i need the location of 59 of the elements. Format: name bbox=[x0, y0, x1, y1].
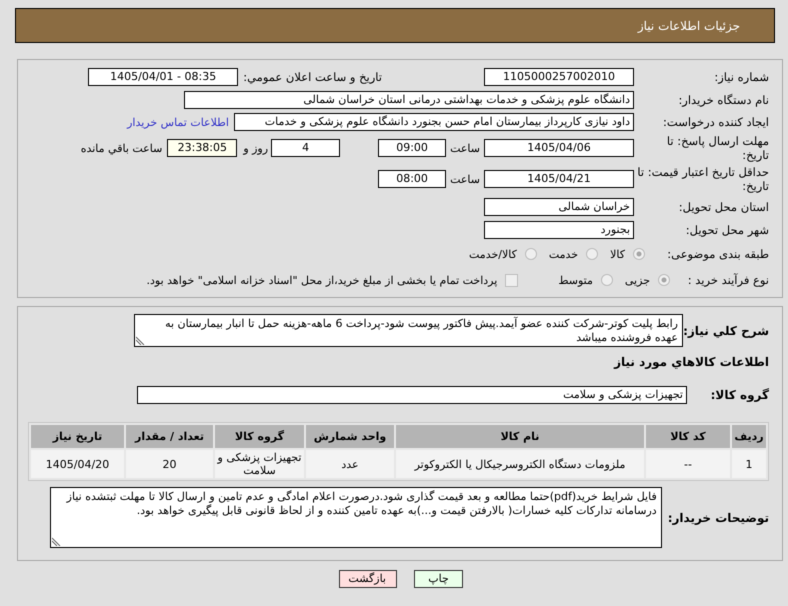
column-header: ردیف bbox=[732, 425, 766, 448]
field-label: استان محل تحویل: bbox=[678, 200, 769, 214]
checkbox-label: پرداخت تمام یا بخشی از مبلغ خرید،از محل "اسناد خزانه اسلامی" خواهد بود. bbox=[146, 274, 498, 286]
field-label: نوع فرآیند خرید : bbox=[686, 273, 769, 287]
time-label: ساعت bbox=[450, 142, 480, 154]
radio-label: جزیی bbox=[624, 274, 650, 286]
table-cell: 1405/04/20 bbox=[31, 450, 124, 478]
field-label: نام دستگاه خریدار: bbox=[677, 92, 769, 106]
days-left-field[interactable]: 4 bbox=[271, 139, 340, 157]
column-header: نام کالا bbox=[396, 425, 644, 448]
radio-label: کالا/خدمت bbox=[469, 248, 517, 260]
buyer-notes-textarea[interactable]: فایل شرایط خرید(pdf)حتما مطالعه و بعد قیمت گذاری شود.درصورت اعلام امادگی و عدم تامین و ارسال کالا تا مهلت ثبتشده نیاز درسامانه تدارکات کلیه خسارات( بالارفتن قیمت و...)به عهده تامین کننده و از لحاظ قانونی قابل پیگیری خواهد بود. bbox=[50, 487, 662, 548]
field-label: حداقل تاریخ اعتبار قیمت: تا تاریخ: bbox=[636, 165, 769, 193]
validity-time-field[interactable]: 08:00 bbox=[378, 170, 446, 188]
page-title: جزئیات اطلاعات نیاز bbox=[638, 18, 740, 32]
time-left-label: ساعت باقي مانده bbox=[80, 142, 162, 154]
radio-label: خدمت bbox=[548, 248, 578, 260]
field-label: مهلت ارسال پاسخ: تا تاریخ: bbox=[666, 134, 769, 162]
delivery-province-field[interactable]: خراسان شمالی bbox=[484, 198, 634, 216]
field-label: شماره نیاز: bbox=[713, 70, 769, 84]
requester-field[interactable]: داود نیازی کارپرداز بیمارستان امام حسن بجنورد دانشگاه علوم پزشکی و خدمات bbox=[234, 113, 634, 131]
announcement-date-field[interactable]: 1405/04/01 - 08:35 bbox=[88, 68, 238, 86]
field-label: شهر محل تحویل: bbox=[684, 223, 769, 237]
days-label: روز و bbox=[243, 142, 268, 154]
field-label: گروه کالا: bbox=[710, 388, 769, 402]
table-cell: تجهیزات پزشکی و سلامت bbox=[215, 450, 304, 478]
need-number-field[interactable]: 1105000257002010 bbox=[484, 68, 634, 86]
buyer-organization-field[interactable]: دانشگاه علوم پزشکی و خدمات بهداشتی درمانی استان خراسان شمالی bbox=[184, 90, 634, 108]
goods-group-field[interactable]: تجهیزات پزشکی و سلامت bbox=[137, 386, 687, 404]
deadline-time-field[interactable]: 09:00 bbox=[378, 139, 446, 157]
table-cell: 1 bbox=[732, 450, 766, 478]
section-title: اطلاعات کالاهاي مورد نياز bbox=[614, 355, 769, 369]
delivery-city-field[interactable]: بجنورد bbox=[484, 221, 634, 239]
buyer-contact-link[interactable]: اطلاعات تماس خریدار bbox=[127, 116, 229, 128]
deadline-date-field[interactable]: 1405/04/06 bbox=[484, 139, 634, 157]
field-label: ایجاد کننده درخواست: bbox=[662, 115, 769, 129]
column-header: واحد شمارش bbox=[306, 425, 394, 448]
column-header: تاریخ نیاز bbox=[31, 425, 124, 448]
table-cell: 20 bbox=[126, 450, 213, 478]
back-button[interactable]: بازگشت bbox=[339, 570, 397, 588]
resize-grip-icon[interactable] bbox=[136, 336, 145, 345]
column-header: تعداد / مقدار bbox=[126, 425, 213, 448]
radio-label: کالا bbox=[610, 248, 625, 260]
resize-grip-icon[interactable] bbox=[52, 537, 61, 546]
field-label: طبقه بندی موضوعی: bbox=[666, 247, 769, 261]
field-label: شرح کلي نياز: bbox=[683, 324, 769, 338]
column-header: کد کالا bbox=[646, 425, 730, 448]
time-left-field[interactable]: 23:38:05 bbox=[167, 139, 238, 157]
table-cell: -- bbox=[646, 450, 730, 478]
column-header: گروه کالا bbox=[215, 425, 304, 448]
time-label: ساعت bbox=[450, 172, 480, 186]
radio-label: متوسط bbox=[558, 274, 593, 286]
field-label: توضیحات خریدار: bbox=[668, 510, 769, 524]
description-textarea[interactable]: رابط پلیت کوتر-شرکت کننده عضو آیمد.پیش فاکتور پیوست شود-پرداخت 6 ماهه-هزینه حمل تا انبار بیمارستان به عهده فروشنده میباشد bbox=[134, 314, 683, 347]
validity-date-field[interactable]: 1405/04/21 bbox=[484, 170, 634, 188]
table-cell: عدد bbox=[306, 450, 394, 478]
print-button[interactable]: چاپ bbox=[414, 570, 463, 588]
field-label: تاريخ و ساعت اعلان عمومي: bbox=[243, 70, 382, 84]
table-cell: ملزومات دستگاه الکتروسرجیکال یا الکتروکوتر bbox=[396, 450, 644, 478]
